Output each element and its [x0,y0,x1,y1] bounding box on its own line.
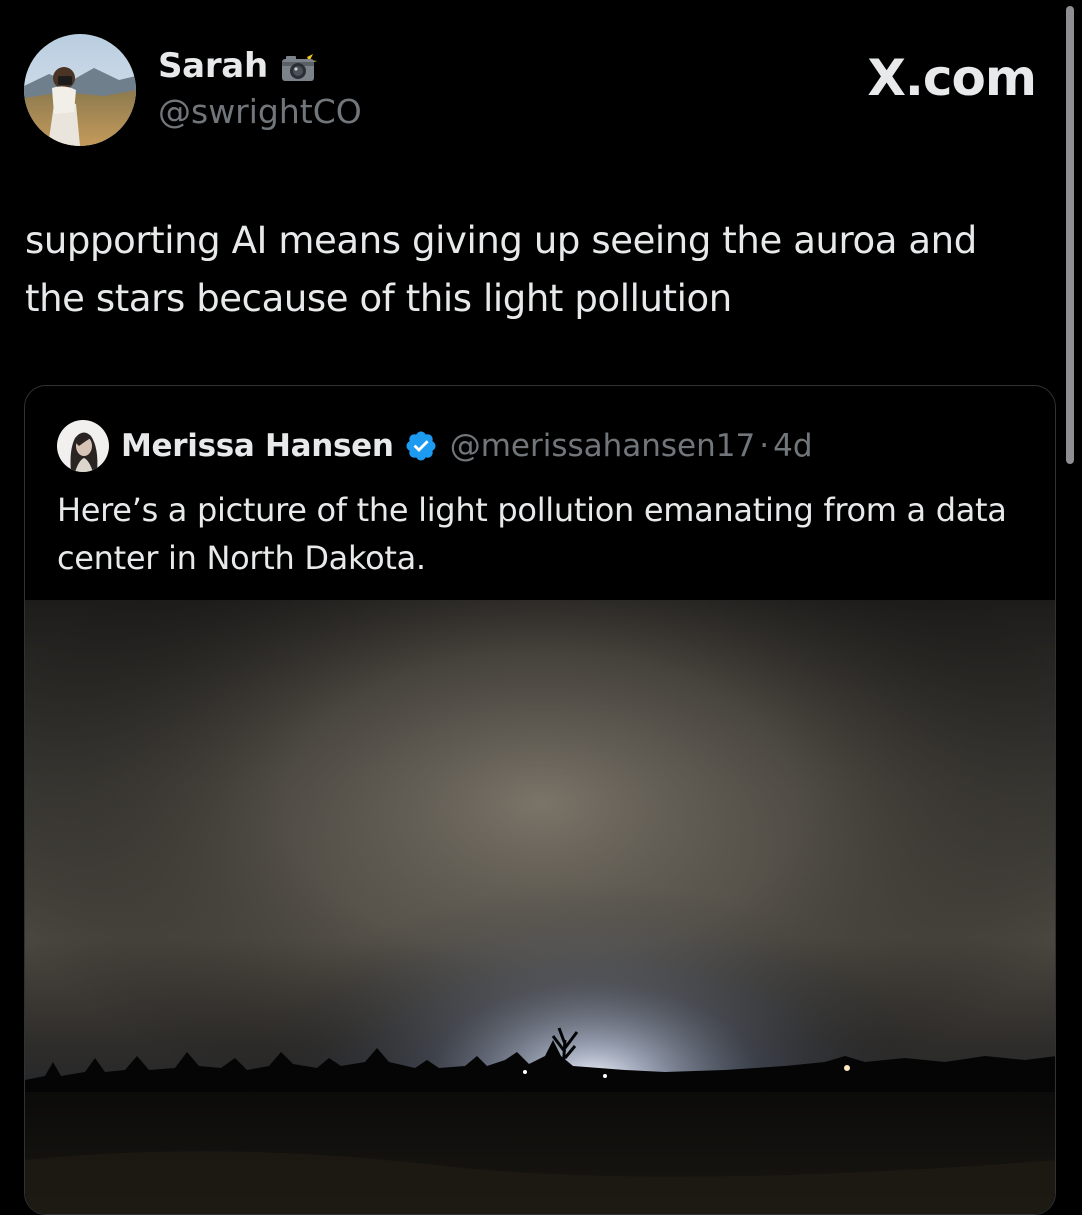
x-post-screenshot: Sarah @swrightCO X.com supporting AI mea… [0,0,1082,1215]
light-pollution-photo[interactable] [25,600,1055,1214]
quoted-author-handle[interactable]: @merissahansen17 [450,428,756,464]
verified-badge-icon [404,429,438,463]
author-name-row: Sarah [158,44,320,88]
author-name[interactable]: Sarah [158,44,268,88]
x-com-watermark: X.com [867,49,1037,107]
separator-dot: · [759,428,770,464]
tweet-text: supporting AI means giving up seeing the… [25,219,977,320]
quoted-tweet-header: Merissa Hansen @merissahansen17 · 4d [57,420,813,472]
quoted-tweet-text: Here’s a picture of the light pollution … [57,491,1007,577]
author-avatar[interactable] [24,34,136,146]
quoted-tweet-time[interactable]: 4d [773,428,812,464]
scrollbar[interactable] [1066,6,1074,464]
quoted-tweet-card[interactable]: Merissa Hansen @merissahansen17 · 4d Her… [24,385,1056,1215]
quoted-author-avatar[interactable] [57,420,109,472]
quoted-author-name[interactable]: Merissa Hansen [121,428,394,464]
author-handle[interactable]: @swrightCO [158,92,362,132]
camera-with-flash-icon [280,49,320,83]
